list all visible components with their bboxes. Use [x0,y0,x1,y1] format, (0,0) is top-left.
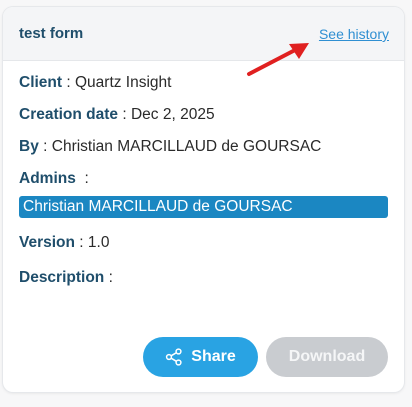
by-separator: : [38,138,52,155]
client-value: Quartz Insight [74,74,172,91]
form-title: test form [19,25,84,42]
client-separator: : [62,74,75,91]
download-button[interactable]: Download [266,337,388,377]
client-row: Client : Quartz Insight [19,74,171,92]
creation-date-separator: : [118,106,131,123]
by-value: Christian MARCILLAUD de GOURSAC [51,138,322,155]
share-button[interactable]: Share [143,337,258,377]
download-button-label: Download [288,348,366,365]
creation-date-label: Creation date [19,106,119,123]
version-value: 1.0 [87,234,110,251]
share-icon [166,348,182,366]
description-separator: : [104,269,113,286]
version-label: Version [19,234,75,251]
admins-row: Admins : [19,170,89,188]
creation-date-row: Creation date : Dec 2, 2025 [19,106,215,124]
share-button-label: Share [191,348,236,365]
see-history-link[interactable]: See history [319,26,389,42]
form-card: test form See history Client : Quartz In… [3,7,404,392]
admins-separator: : [75,170,89,187]
by-row: By : Christian MARCILLAUD de GOURSAC [19,138,321,156]
description-label: Description [19,269,105,286]
by-label: By [19,138,39,155]
version-row: Version : 1.0 [19,234,109,252]
admins-label: Admins [19,170,76,187]
client-label: Client [19,74,63,91]
admin-badge: Christian MARCILLAUD de GOURSAC [19,196,388,218]
creation-date-value: Dec 2, 2025 [130,106,215,123]
red-arrow-icon [247,43,309,76]
version-separator: : [75,234,88,251]
description-row: Description : [19,269,113,287]
card-header: test form See history [3,7,404,61]
